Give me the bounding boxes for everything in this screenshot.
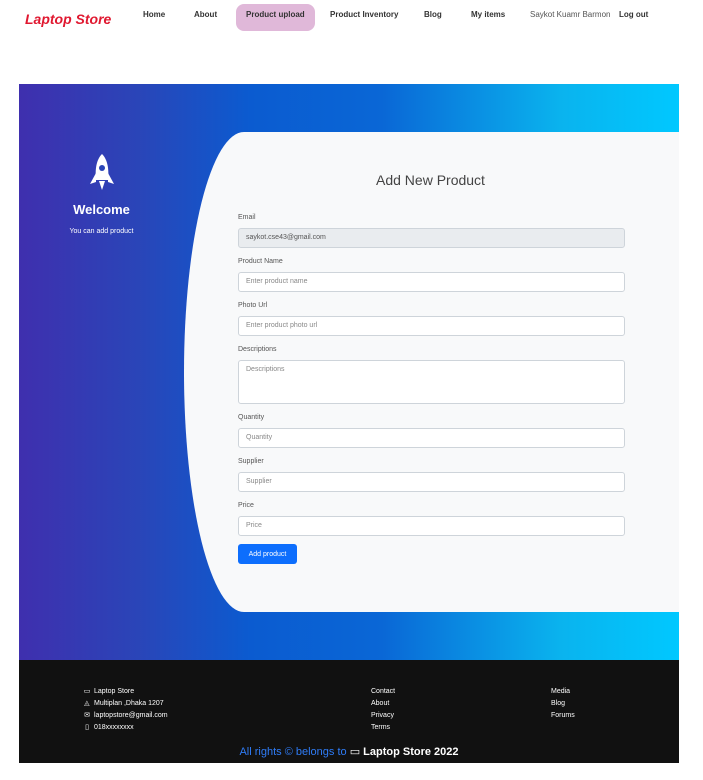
footer-link-terms[interactable]: Terms xyxy=(371,722,395,734)
nav-about[interactable]: About xyxy=(194,10,217,19)
price-label: Price xyxy=(238,502,254,509)
footer: ▭ Laptop Store ◬ Multiplan ,Dhaka 1207 ✉ la… xyxy=(19,660,679,763)
footer-links-2: Media Blog Forums xyxy=(551,686,575,722)
footer-email: laptopstore@gmail.com xyxy=(94,712,168,719)
footer-contact-info: ▭ Laptop Store ◬ Multiplan ,Dhaka 1207 ✉ la… xyxy=(83,686,168,734)
quantity-input[interactable]: Quantity xyxy=(238,428,625,448)
add-product-card: Add New Product Email saykot.cse43@gmail… xyxy=(184,132,679,612)
product-name-input[interactable]: Enter product name xyxy=(238,272,625,292)
footer-address: Multiplan ,Dhaka 1207 xyxy=(94,700,164,707)
footer-links-1: Contact About Privacy Terms xyxy=(371,686,395,734)
welcome-subtitle: You can add product xyxy=(69,228,134,235)
footer-link-contact[interactable]: Contact xyxy=(371,686,395,698)
product-name-label: Product Name xyxy=(238,258,283,265)
footer-link-about[interactable]: About xyxy=(371,698,395,710)
email-field: saykot.cse43@gmail.com xyxy=(238,228,625,248)
email-label: Email xyxy=(238,214,256,221)
footer-store-name: Laptop Store xyxy=(94,688,135,695)
nav-logout[interactable]: Log out xyxy=(619,10,648,19)
supplier-input[interactable]: Supplier xyxy=(238,472,625,492)
laptop-icon: ▭ xyxy=(83,688,91,695)
footer-link-blog[interactable]: Blog xyxy=(551,698,575,710)
nav-home[interactable]: Home xyxy=(143,10,165,19)
location-icon: ◬ xyxy=(84,700,90,707)
nav-my-items[interactable]: My items xyxy=(471,10,505,19)
footer-link-media[interactable]: Media xyxy=(551,686,575,698)
copyright: All rights © belongs to ▭ Laptop Store 2… xyxy=(19,745,679,758)
copyright-brand: Laptop Store 2022 xyxy=(363,746,459,758)
envelope-icon: ✉ xyxy=(84,712,90,719)
hero-section: Welcome You can add product Add New Prod… xyxy=(19,84,679,660)
phone-icon: ▯ xyxy=(85,724,89,731)
descriptions-label: Descriptions xyxy=(238,346,277,353)
nav-user-name: Saykot Kuamr Barmon xyxy=(530,10,611,19)
quantity-label: Quantity xyxy=(238,414,265,421)
nav-product-upload[interactable]: Product upload xyxy=(236,4,315,31)
brand-logo[interactable]: Laptop Store xyxy=(25,11,111,27)
photo-url-input[interactable]: Enter product photo url xyxy=(238,316,625,336)
form-title: Add New Product xyxy=(376,172,485,188)
copyright-prefix: All rights © belongs to xyxy=(239,746,347,758)
footer-phone: 018xxxxxxxx xyxy=(94,724,134,731)
footer-link-forums[interactable]: Forums xyxy=(551,710,575,722)
laptop-icon: ▭ xyxy=(349,746,361,758)
welcome-panel: Welcome You can add product xyxy=(19,84,184,660)
nav-product-inventory[interactable]: Product Inventory xyxy=(330,10,398,19)
footer-link-privacy[interactable]: Privacy xyxy=(371,710,395,722)
add-product-button[interactable]: Add product xyxy=(238,544,297,564)
supplier-label: Supplier xyxy=(238,458,264,465)
price-input[interactable]: Price xyxy=(238,516,625,536)
nav-blog[interactable]: Blog xyxy=(424,10,442,19)
descriptions-textarea[interactable]: Descriptions xyxy=(238,360,625,404)
navbar: Laptop Store Home About Product upload P… xyxy=(0,0,703,34)
welcome-title: Welcome xyxy=(73,202,130,217)
rocket-icon xyxy=(90,154,114,190)
photo-url-label: Photo Url xyxy=(238,302,268,309)
